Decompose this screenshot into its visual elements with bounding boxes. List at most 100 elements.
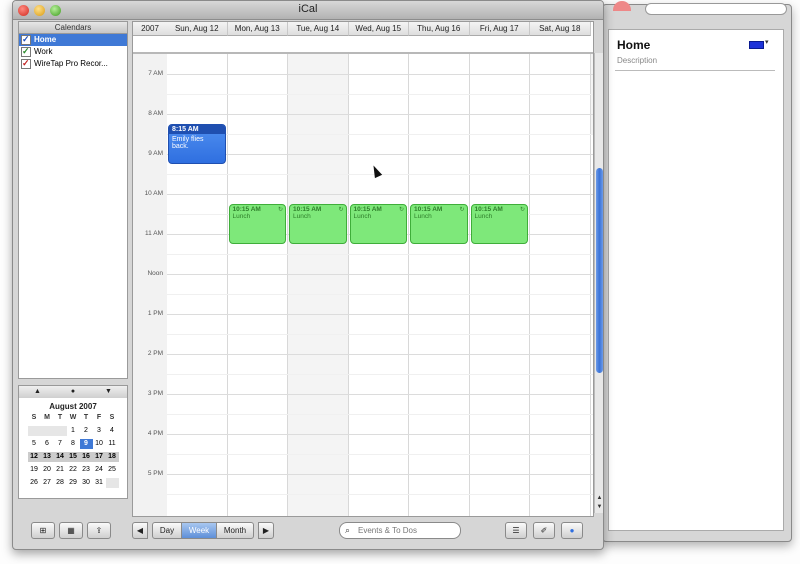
day-column[interactable] — [348, 54, 409, 516]
month-view-button[interactable]: Month — [216, 522, 254, 539]
minical-day[interactable]: 26 — [28, 478, 41, 488]
minical-today-icon[interactable]: ● — [71, 386, 75, 398]
scroll-up-icon[interactable]: ▲ — [595, 495, 603, 503]
calendar-name-field[interactable]: Home — [617, 38, 650, 52]
day-column[interactable] — [530, 54, 591, 516]
half-hour-line — [167, 134, 593, 135]
minical-day[interactable]: 31 — [93, 478, 106, 488]
calendar-color-swatch[interactable] — [749, 41, 764, 49]
year-header: 2007 — [133, 22, 168, 36]
hour-label: 10 AM — [144, 190, 163, 197]
day-view-button[interactable]: Day — [152, 522, 182, 539]
checkbox-icon[interactable] — [21, 34, 31, 45]
day-header[interactable]: Thu, Aug 16 — [409, 22, 470, 36]
todo-list-button[interactable]: ☰ — [505, 522, 527, 539]
event-time: 8:15 AM — [169, 125, 225, 134]
event-lunch[interactable]: 10:15 AM Lunch ↻ — [289, 204, 347, 244]
week-grid[interactable]: 2007 7 AM 8 AM 9 AM 10 AM 11 AM Noon 1 PM 2 PM 3… — [132, 21, 594, 517]
minical-empty-cell — [40, 426, 54, 436]
minical-day[interactable]: 1 — [67, 426, 80, 436]
minical-day[interactable]: 3 — [93, 426, 106, 436]
minical-day[interactable]: 19 — [28, 465, 41, 475]
calendar-item-wiretap[interactable]: WireTap Pro Recor... — [19, 58, 127, 70]
ical-window: iCal Calendars Home Work WireTap Pro Rec… — [12, 0, 604, 550]
minical-day[interactable]: 4 — [106, 426, 119, 436]
minical-day[interactable]: 2 — [80, 426, 93, 436]
event-lunch[interactable]: 10:15 AM Lunch ↻ — [228, 204, 286, 244]
previous-week-button[interactable]: ◀ — [132, 522, 148, 539]
scroll-down-icon[interactable]: ▼ — [595, 504, 603, 512]
minical-day[interactable]: 15 — [66, 452, 80, 462]
minical-day[interactable]: 10 — [93, 439, 106, 449]
minical-day[interactable]: 11 — [106, 439, 119, 449]
add-calendar-button[interactable]: ⊞ — [31, 522, 55, 539]
week-view-button[interactable]: Week — [181, 522, 217, 539]
scroll-thumb[interactable] — [596, 168, 603, 373]
minical-next-icon[interactable]: ▼ — [105, 386, 112, 398]
title-bar[interactable]: iCal — [13, 1, 603, 20]
minical-day[interactable]: 8 — [67, 439, 80, 449]
minical-day[interactable]: 24 — [93, 465, 106, 475]
day-header[interactable]: Wed, Aug 15 — [348, 22, 409, 36]
calendar-item-label: Home — [34, 35, 57, 44]
calendar-item-home[interactable]: Home — [19, 34, 127, 46]
minical-day[interactable]: 5 — [28, 439, 41, 449]
minical-day[interactable]: 9 — [79, 439, 93, 449]
event-lunch[interactable]: 10:15 AM Lunch ↻ — [349, 204, 407, 244]
color-popup-arrow-icon[interactable]: ▾ — [765, 38, 769, 46]
minical-day[interactable]: 23 — [80, 465, 93, 475]
calendars-header: Calendars — [19, 22, 127, 34]
half-hour-line — [167, 94, 593, 95]
minical-day[interactable]: 16 — [79, 452, 93, 462]
day-column[interactable] — [227, 54, 288, 516]
day-header[interactable]: Sat, Aug 18 — [530, 22, 591, 36]
minical-day[interactable]: 29 — [67, 478, 80, 488]
minical-nav: ▲ ● ▼ — [18, 385, 128, 399]
minical-day[interactable]: 21 — [54, 465, 67, 475]
minical-day[interactable]: 25 — [106, 465, 119, 475]
event-home[interactable]: 8:15 AM Emily flies back. — [168, 124, 226, 164]
repeat-icon: ↻ — [459, 207, 465, 213]
minical-day[interactable]: 6 — [41, 439, 54, 449]
search-field[interactable]: ⌕ Events & To Dos — [339, 522, 461, 539]
event-lunch[interactable]: 10:15 AM Lunch ↻ — [470, 204, 528, 244]
half-hour-line — [167, 414, 593, 415]
calendar-item-work[interactable]: Work — [19, 46, 127, 58]
day-column[interactable] — [469, 54, 530, 516]
day-header[interactable]: Mon, Aug 13 — [227, 22, 288, 36]
minical-day[interactable]: 22 — [67, 465, 80, 475]
minical-day[interactable]: 27 — [41, 478, 54, 488]
day-column[interactable] — [288, 54, 349, 516]
minical-day[interactable]: 17 — [92, 452, 106, 462]
notifications-button[interactable]: ✐ — [533, 522, 555, 539]
minical-day[interactable]: 12 — [27, 452, 41, 462]
minical-day[interactable]: 30 — [80, 478, 93, 488]
minical-day[interactable]: 18 — [105, 452, 119, 462]
event-title: Lunch — [232, 213, 251, 220]
checkbox-icon[interactable] — [21, 46, 31, 57]
minical-day[interactable]: 28 — [54, 478, 67, 488]
vertical-scrollbar[interactable]: ▲ ▼ — [594, 53, 603, 513]
calendar-description-field[interactable]: Description — [617, 56, 657, 65]
checkbox-icon[interactable] — [21, 58, 31, 69]
minical-day[interactable]: 20 — [41, 465, 54, 475]
day-column[interactable] — [409, 54, 470, 516]
event-time: 10:15 AM — [293, 206, 322, 213]
show-minical-button[interactable]: ▦ — [59, 522, 83, 539]
minical-day[interactable]: 7 — [54, 439, 67, 449]
drawer-search-field[interactable] — [645, 3, 787, 15]
event-title: Lunch — [293, 213, 311, 220]
info-button[interactable]: ● — [561, 522, 583, 539]
event-time: 10:15 AM — [474, 206, 503, 213]
day-header[interactable]: Fri, Aug 17 — [469, 22, 530, 36]
hour-line — [167, 154, 593, 155]
day-header[interactable]: Sun, Aug 12 — [167, 22, 228, 36]
next-week-button[interactable]: ▶ — [258, 522, 274, 539]
minical-prev-icon[interactable]: ▲ — [34, 386, 41, 398]
minical-day[interactable]: 14 — [53, 452, 67, 462]
all-day-row[interactable] — [133, 36, 593, 54]
event-lunch[interactable]: 10:15 AM Lunch ↻ — [410, 204, 468, 244]
publish-button[interactable]: ⇪ — [87, 522, 111, 539]
minical-day[interactable]: 13 — [40, 452, 54, 462]
day-header[interactable]: Tue, Aug 14 — [288, 22, 349, 36]
